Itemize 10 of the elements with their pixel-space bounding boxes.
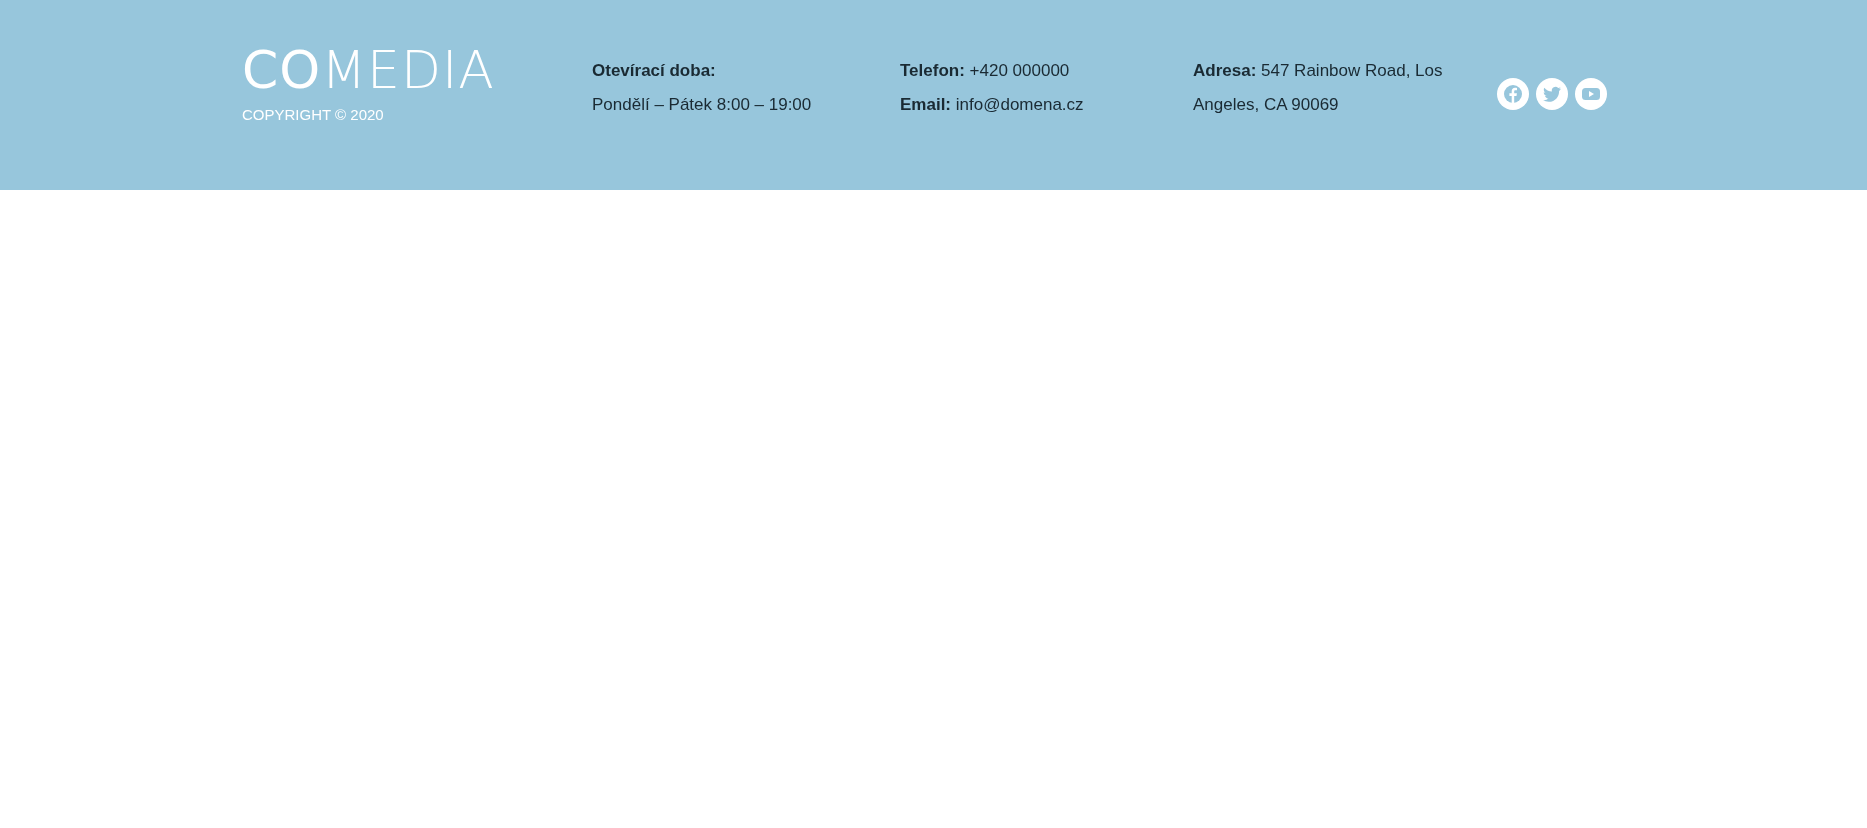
contact-text: Adresa: 547 Rainbow Road, Los Angeles, CA 90069 [1193,60,1444,116]
logo: COMEDIA [242,44,496,96]
contact-text: Otevírací doba: [592,60,717,82]
contact-text: Email: info@domena.cz [900,94,1085,116]
contact-text: Telefon: +420 000000 [900,60,1071,82]
copyright-text: COPYRIGHT © 2020 [242,106,385,123]
twitter-icon[interactable] [1536,78,1568,110]
facebook-icon[interactable] [1497,78,1529,110]
contact-text: Pondělí – Pátek 8:00 – 19:00 [592,94,813,116]
youtube-icon[interactable] [1575,78,1607,110]
